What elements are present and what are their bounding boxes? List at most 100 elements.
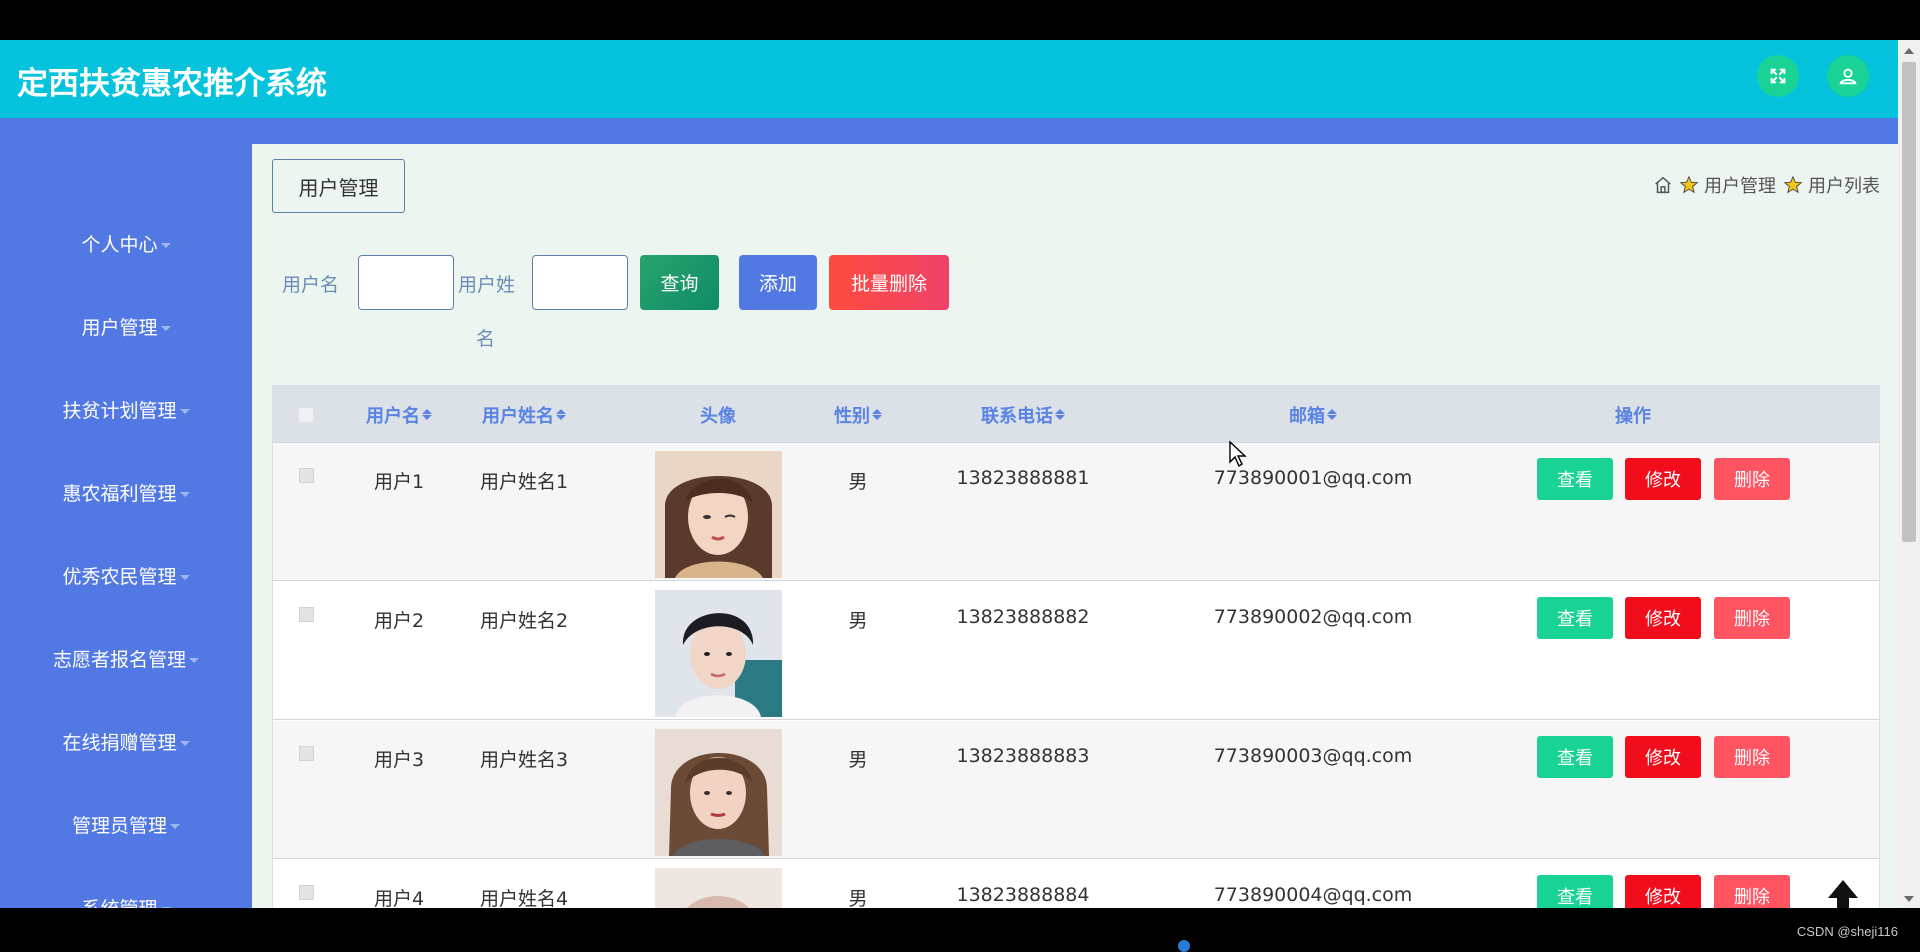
add-button[interactable]: 添加 <box>739 255 817 310</box>
sidebar-item-personal-center[interactable]: 个人中心 <box>0 223 252 263</box>
page-scrollbar[interactable] <box>1898 40 1920 908</box>
column-header-actions: 操作 <box>1615 405 1651 427</box>
cell-username: 用户1 <box>373 471 425 493</box>
home-icon[interactable] <box>1652 174 1674 196</box>
column-header-label: 联系电话 <box>981 405 1053 427</box>
edit-button[interactable]: 修改 <box>1625 458 1701 500</box>
username-input[interactable] <box>358 255 454 310</box>
sidebar-item-label: 志愿者报名管理 <box>52 648 186 671</box>
sidebar-item-label: 惠农福利管理 <box>62 482 177 505</box>
cell-email: 773890003@qq.com <box>1213 745 1413 767</box>
caret-down-icon <box>160 242 171 248</box>
cell-realname: 用户姓名1 <box>479 471 569 493</box>
column-header-email[interactable]: 邮箱 <box>1243 386 1383 443</box>
breadcrumb: 用户管理 用户列表 <box>1650 172 1884 198</box>
view-button[interactable]: 查看 <box>1537 597 1613 639</box>
cell-username: 用户3 <box>373 749 425 771</box>
screen-top-bar <box>0 0 1920 40</box>
row-checkbox[interactable] <box>299 885 314 900</box>
scrollbar-thumb[interactable] <box>1902 62 1916 542</box>
sort-icon <box>872 409 882 420</box>
breadcrumb-item[interactable]: 用户管理 <box>1704 172 1776 198</box>
delete-button[interactable]: 删除 <box>1714 597 1790 639</box>
row-checkbox[interactable] <box>299 468 314 483</box>
cell-gender: 男 <box>848 610 868 632</box>
sidebar: 个人中心 用户管理 扶贫计划管理 惠农福利管理 优秀农民管理 志愿者报名管理 在… <box>0 144 252 908</box>
sort-icon <box>422 409 432 420</box>
app-title: 定西扶贫惠农推介系统 <box>17 66 327 102</box>
sidebar-item-system[interactable]: 系统管理 <box>0 887 252 908</box>
sidebar-item-label: 系统管理 <box>81 894 157 909</box>
cell-realname: 用户姓名2 <box>479 610 569 632</box>
sidebar-item-welfare[interactable]: 惠农福利管理 <box>0 472 252 512</box>
caret-down-icon <box>179 491 190 497</box>
cell-email: 773890004@qq.com <box>1213 884 1413 906</box>
delete-button[interactable]: 删除 <box>1714 736 1790 778</box>
column-header-phone[interactable]: 联系电话 <box>953 386 1093 443</box>
cell-username: 用户4 <box>373 888 425 908</box>
fullscreen-icon <box>1770 68 1786 84</box>
scroll-down-icon[interactable] <box>1904 896 1914 902</box>
back-to-top-icon[interactable] <box>1820 876 1866 908</box>
sidebar-item-donations[interactable]: 在线捐赠管理 <box>0 721 252 761</box>
column-header-realname[interactable]: 用户姓名 <box>469 386 579 443</box>
column-header-username[interactable]: 用户名 <box>349 386 449 443</box>
user-menu-button[interactable] <box>1827 55 1869 97</box>
cell-realname: 用户姓名3 <box>479 749 569 771</box>
column-header-label: 邮箱 <box>1289 405 1325 427</box>
sidebar-item-user-management[interactable]: 用户管理 <box>0 306 252 346</box>
edit-button[interactable]: 修改 <box>1625 736 1701 778</box>
realname-label-wrap: 名 <box>476 328 496 350</box>
sort-icon <box>1055 409 1065 420</box>
mouse-cursor-icon <box>1229 440 1247 468</box>
tab-user-management[interactable]: 用户管理 <box>272 159 405 213</box>
caret-down-icon <box>179 740 190 746</box>
column-header-gender[interactable]: 性别 <box>803 386 913 443</box>
cell-gender: 男 <box>848 749 868 771</box>
sidebar-item-farmers[interactable]: 优秀农民管理 <box>0 555 252 595</box>
row-checkbox[interactable] <box>299 746 314 761</box>
cell-phone: 13823888884 <box>956 884 1090 906</box>
query-button[interactable]: 查询 <box>640 255 719 310</box>
sort-icon <box>556 409 566 420</box>
breadcrumb-item: 用户列表 <box>1808 176 1880 197</box>
avatar <box>655 451 782 578</box>
view-button[interactable]: 查看 <box>1537 458 1613 500</box>
sidebar-item-label: 管理员管理 <box>71 814 167 837</box>
realname-input[interactable] <box>532 255 628 310</box>
batch-delete-button[interactable]: 批量删除 <box>829 255 949 310</box>
edit-button[interactable]: 修改 <box>1625 875 1701 908</box>
sidebar-item-volunteers[interactable]: 志愿者报名管理 <box>0 638 252 678</box>
column-header-label: 用户姓名 <box>482 405 554 427</box>
cell-email: 773890002@qq.com <box>1213 606 1413 628</box>
header: 定西扶贫惠农推介系统 <box>0 40 1898 118</box>
table-row: 用户2 用户姓名2 男 13823888882 773890002@qq.com… <box>273 582 1879 720</box>
sort-icon <box>1327 409 1337 420</box>
scroll-up-icon[interactable] <box>1904 48 1914 54</box>
cell-phone: 13823888881 <box>956 467 1090 489</box>
header-subbar <box>0 118 1898 144</box>
avatar <box>655 868 782 908</box>
edit-button[interactable]: 修改 <box>1625 597 1701 639</box>
caret-down-icon <box>179 574 190 580</box>
caret-down-icon <box>160 325 171 331</box>
screen-bottom-bar <box>0 908 1920 950</box>
delete-button[interactable]: 删除 <box>1714 458 1790 500</box>
caret-down-icon <box>179 408 190 414</box>
cell-email: 773890001@qq.com <box>1213 467 1413 489</box>
fullscreen-button[interactable] <box>1757 55 1799 97</box>
delete-button[interactable]: 删除 <box>1714 875 1790 908</box>
caret-down-icon <box>189 657 199 663</box>
row-checkbox[interactable] <box>299 607 314 622</box>
view-button[interactable]: 查看 <box>1537 875 1613 908</box>
sidebar-item-label: 扶贫计划管理 <box>62 399 177 422</box>
sidebar-item-poverty-plan[interactable]: 扶贫计划管理 <box>0 389 252 429</box>
select-all-checkbox[interactable] <box>298 407 314 423</box>
sidebar-item-admins[interactable]: 管理员管理 <box>0 804 252 844</box>
sidebar-item-label: 用户管理 <box>81 316 158 339</box>
cell-realname: 用户姓名4 <box>479 888 569 908</box>
sidebar-item-label: 优秀农民管理 <box>62 565 177 588</box>
view-button[interactable]: 查看 <box>1537 736 1613 778</box>
app-window: 定西扶贫惠农推介系统 个人中心 用户管理 扶贫计划管理 惠农福利管理 优秀农民管… <box>0 40 1898 908</box>
sidebar-item-label: 在线捐赠管理 <box>62 731 177 754</box>
